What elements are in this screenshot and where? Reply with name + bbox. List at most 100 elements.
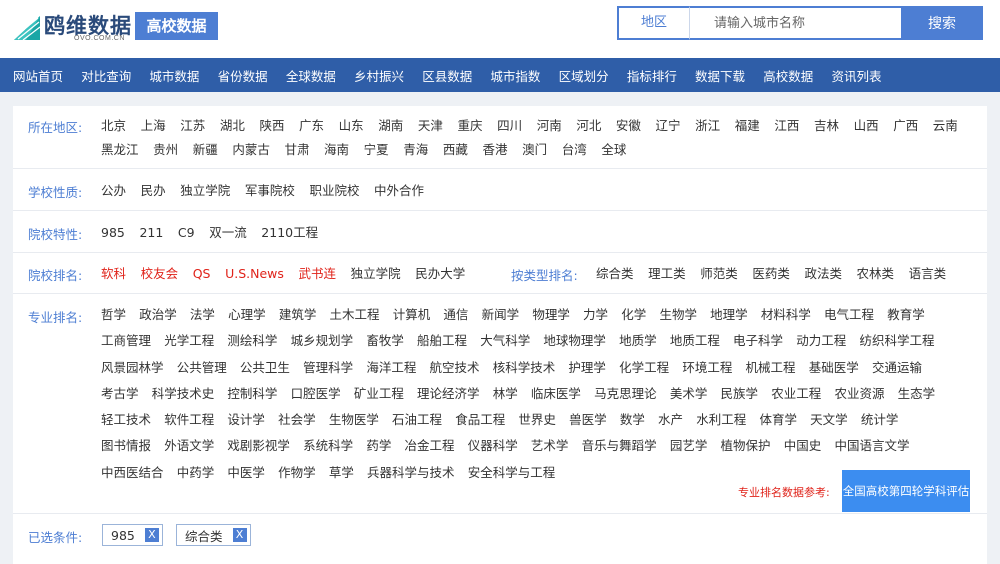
major-option[interactable]: 世界史: [518, 408, 556, 432]
search-button[interactable]: 搜索: [901, 6, 983, 40]
nav-item[interactable]: 乡村振兴: [354, 66, 404, 85]
major-option[interactable]: 临床医学: [531, 382, 581, 406]
major-option[interactable]: 图书情报: [101, 434, 151, 458]
filter-option[interactable]: 西藏: [443, 138, 468, 162]
major-option[interactable]: 植物保护: [721, 434, 771, 458]
major-option[interactable]: 中医学: [227, 461, 265, 485]
filter-option[interactable]: 985: [101, 221, 125, 245]
filter-option[interactable]: 黑龙江: [101, 138, 139, 162]
major-option[interactable]: 畜牧学: [366, 329, 404, 353]
major-option[interactable]: 电气工程: [824, 303, 874, 327]
major-option[interactable]: 农业资源: [834, 382, 884, 406]
major-option[interactable]: 地理学: [710, 303, 748, 327]
filter-option[interactable]: 职业院校: [309, 179, 359, 203]
major-option[interactable]: 光学工程: [164, 329, 214, 353]
major-option[interactable]: 大气科学: [480, 329, 530, 353]
major-option[interactable]: 电子科学: [733, 329, 783, 353]
filter-option[interactable]: 浙江: [695, 114, 720, 138]
major-option[interactable]: 天文学: [810, 408, 848, 432]
filter-option[interactable]: 软科: [101, 262, 126, 286]
major-option[interactable]: 材料科学: [761, 303, 811, 327]
major-option[interactable]: 中国史: [784, 434, 822, 458]
filter-option[interactable]: 广东: [299, 114, 324, 138]
filter-option[interactable]: 民办: [141, 179, 166, 203]
major-option[interactable]: 中药学: [177, 461, 215, 485]
major-option[interactable]: 水产: [658, 408, 683, 432]
major-option[interactable]: 中西医结合: [101, 461, 164, 485]
major-option[interactable]: 管理科学: [303, 356, 353, 380]
major-option[interactable]: 核科学技术: [493, 356, 556, 380]
major-option[interactable]: 基础医学: [809, 356, 859, 380]
major-option[interactable]: 美术学: [670, 382, 708, 406]
major-option[interactable]: 机械工程: [746, 356, 796, 380]
nav-item[interactable]: 高校数据: [763, 66, 813, 85]
nav-item[interactable]: 区域划分: [559, 66, 609, 85]
filter-option[interactable]: 独立学院: [351, 262, 401, 286]
major-option[interactable]: 体育学: [759, 408, 797, 432]
major-option[interactable]: 安全科学与工程: [468, 461, 556, 485]
filter-option[interactable]: 青海: [403, 138, 428, 162]
major-option[interactable]: 林学: [493, 382, 518, 406]
nav-item[interactable]: 区县数据: [422, 66, 472, 85]
city-search-input[interactable]: [689, 6, 901, 40]
filter-option[interactable]: 双一流: [209, 221, 247, 245]
filter-option[interactable]: U.S.News: [225, 262, 284, 286]
filter-option[interactable]: QS: [193, 262, 211, 286]
major-option[interactable]: 法学: [190, 303, 215, 327]
major-option[interactable]: 生物学: [659, 303, 697, 327]
major-option[interactable]: 水利工程: [696, 408, 746, 432]
search-region-select[interactable]: 地区: [617, 6, 689, 40]
major-option[interactable]: 护理学: [568, 356, 606, 380]
major-option[interactable]: 社会学: [278, 408, 316, 432]
major-option[interactable]: 地质工程: [670, 329, 720, 353]
filter-option[interactable]: 公办: [101, 179, 126, 203]
major-option[interactable]: 纺织科学工程: [859, 329, 934, 353]
major-option[interactable]: 化学: [621, 303, 646, 327]
major-option[interactable]: 系统科学: [303, 434, 353, 458]
filter-option[interactable]: 甘肃: [284, 138, 309, 162]
nav-item[interactable]: 城市数据: [149, 66, 199, 85]
major-option[interactable]: 土木工程: [330, 303, 380, 327]
filter-option[interactable]: 师范类: [700, 262, 738, 286]
major-option[interactable]: 音乐与舞蹈学: [582, 434, 657, 458]
major-option[interactable]: 测绘科学: [227, 329, 277, 353]
major-option[interactable]: 药学: [366, 434, 391, 458]
filter-option[interactable]: 综合类: [596, 262, 634, 286]
major-option[interactable]: 生物医学: [329, 408, 379, 432]
filter-option[interactable]: 天津: [418, 114, 443, 138]
filter-option[interactable]: 江西: [774, 114, 799, 138]
filter-option[interactable]: 山西: [854, 114, 879, 138]
major-option[interactable]: 公共卫生: [240, 356, 290, 380]
major-option[interactable]: 冶金工程: [405, 434, 455, 458]
filter-option[interactable]: 海南: [324, 138, 349, 162]
filter-option[interactable]: 福建: [735, 114, 760, 138]
major-option[interactable]: 交通运输: [872, 356, 922, 380]
major-option[interactable]: 控制科学: [227, 382, 277, 406]
nav-item[interactable]: 指标排行: [627, 66, 677, 85]
filter-option[interactable]: 重庆: [457, 114, 482, 138]
major-option[interactable]: 通信: [443, 303, 468, 327]
major-option[interactable]: 设计学: [227, 408, 265, 432]
major-option[interactable]: 建筑学: [279, 303, 317, 327]
major-option[interactable]: 环境工程: [682, 356, 732, 380]
major-option[interactable]: 矿业工程: [354, 382, 404, 406]
major-option[interactable]: 仪器科学: [468, 434, 518, 458]
major-option[interactable]: 食品工程: [455, 408, 505, 432]
major-option[interactable]: 计算机: [393, 303, 431, 327]
major-option[interactable]: 哲学: [101, 303, 126, 327]
major-option[interactable]: 作物学: [278, 461, 316, 485]
filter-option[interactable]: C9: [178, 221, 195, 245]
major-option[interactable]: 海洋工程: [366, 356, 416, 380]
major-option[interactable]: 力学: [583, 303, 608, 327]
major-option[interactable]: 公共管理: [177, 356, 227, 380]
major-option[interactable]: 船舶工程: [417, 329, 467, 353]
filter-option[interactable]: 新疆: [193, 138, 218, 162]
remove-chip-icon[interactable]: X: [144, 528, 159, 542]
filter-option[interactable]: 河南: [537, 114, 562, 138]
nav-item[interactable]: 省份数据: [218, 66, 268, 85]
filter-option[interactable]: 香港: [482, 138, 507, 162]
filter-option[interactable]: 陕西: [259, 114, 284, 138]
nav-item[interactable]: 资讯列表: [831, 66, 881, 85]
major-option[interactable]: 心理学: [228, 303, 266, 327]
filter-option[interactable]: 中外合作: [374, 179, 424, 203]
